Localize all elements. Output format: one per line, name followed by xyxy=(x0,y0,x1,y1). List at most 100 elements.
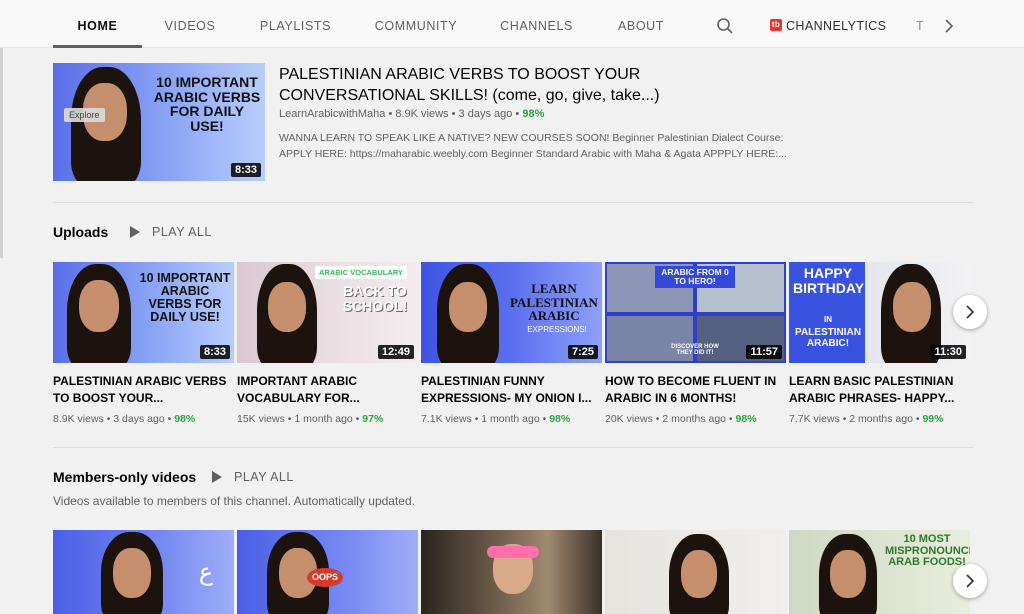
thumb-person-face xyxy=(830,550,866,598)
members-video-thumbnail[interactable]: OOPS xyxy=(237,530,418,614)
members-video-thumbnail[interactable] xyxy=(605,530,786,614)
search-icon[interactable] xyxy=(716,17,734,35)
view-count: 15K views xyxy=(237,413,285,425)
view-count: 7.7K views xyxy=(789,413,840,425)
members-video-thumbnail[interactable]: ع xyxy=(53,530,234,614)
thumb-in-text: IN xyxy=(824,315,832,324)
video-card[interactable]: HAPPY BIRTHDAY IN PALESTINIAN ARABIC! 11… xyxy=(789,262,970,425)
upload-age: 2 months ago xyxy=(849,413,913,425)
tab-channelytics[interactable]: tb CHANNELYTICS xyxy=(770,0,886,48)
video-title[interactable]: HOW TO BECOME FLUENT IN ARABIC IN 6 MONT… xyxy=(605,373,786,407)
members-play-all-button[interactable]: PLAY ALL xyxy=(212,470,294,484)
video-thumbnail[interactable]: ARABIC FROM 0 TO HERO! DISCOVER HOW THEY… xyxy=(605,262,786,363)
video-title[interactable]: IMPORTANT ARABIC VOCABULARY FOR... xyxy=(237,373,418,407)
rating-percent: 98% xyxy=(549,413,571,425)
thumb-person-face xyxy=(893,282,931,332)
channel-nav: HOME VIDEOS PLAYLISTS COMMUNITY CHANNELS… xyxy=(0,0,1024,48)
tab-home[interactable]: HOME xyxy=(53,0,142,48)
video-card[interactable]: LEARN PALESTINIAN ARABIC EXPRESSIONS! 7:… xyxy=(421,262,602,425)
duration-badge: 8:33 xyxy=(230,163,261,177)
thumb-text: BACK TO SCHOOL! xyxy=(342,283,408,314)
thumb-text: 10 IMPORTANT ARABIC VERBS FOR DAILY USE! xyxy=(139,271,231,325)
section-divider xyxy=(53,447,973,448)
thumb-subtext: PALESTINIAN ARABIC! xyxy=(795,327,861,349)
chevron-right-icon[interactable] xyxy=(940,16,958,36)
thumb-text: ع xyxy=(198,559,214,586)
play-all-label: PLAY ALL xyxy=(152,225,212,239)
sunglasses xyxy=(487,546,539,558)
view-count: 8.9K views xyxy=(53,413,104,425)
channelytics-label: CHANNELYTICS xyxy=(786,19,887,33)
tab-videos[interactable]: VIDEOS xyxy=(160,0,220,48)
duration-badge: 11:30 xyxy=(930,345,966,359)
video-meta: 7.1K views • 1 month ago • 98% xyxy=(421,413,571,425)
tab-community[interactable]: COMMUNITY xyxy=(372,0,460,48)
video-thumbnail[interactable]: LEARN PALESTINIAN ARABIC EXPRESSIONS! 7:… xyxy=(421,262,602,363)
video-title[interactable]: PALESTINIAN FUNNY EXPRESSIONS- MY ONION … xyxy=(421,373,602,407)
thumb-person-face xyxy=(681,550,717,598)
view-count: 20K views xyxy=(605,413,653,425)
video-title[interactable]: PALESTINIAN ARABIC VERBS TO BOOST YOUR..… xyxy=(53,373,234,407)
rating-percent: 98% xyxy=(522,108,545,120)
members-video-thumbnail[interactable]: 10 MOST MISPRONOUNCED ARAB FOODS! xyxy=(789,530,970,614)
thumb-person-face xyxy=(79,280,119,332)
section-divider xyxy=(53,202,973,203)
play-all-label: PLAY ALL xyxy=(234,470,294,484)
thumb-text: LEARN PALESTINIAN ARABIC xyxy=(510,281,598,324)
tab-about[interactable]: ABOUT xyxy=(613,0,669,48)
thumb-text: ARABIC FROM 0 TO HERO! xyxy=(655,266,735,288)
video-title[interactable]: LEARN BASIC PALESTINIAN ARABIC PHRASES- … xyxy=(789,373,970,407)
upload-age: 3 days ago xyxy=(458,108,513,120)
channel-name[interactable]: LearnArabicwithMaha xyxy=(279,108,385,120)
thumb-subtext: EXPRESSIONS! xyxy=(527,325,587,334)
uploads-next-button[interactable] xyxy=(953,295,987,329)
tab-truncated[interactable]: T xyxy=(916,0,930,48)
video-card[interactable]: ARABIC FROM 0 TO HERO! DISCOVER HOW THEY… xyxy=(605,262,786,425)
video-card[interactable]: ARABIC VOCABULARY BACK TO SCHOOL! 12:49 … xyxy=(237,262,418,425)
duration-badge: 12:49 xyxy=(377,345,414,359)
play-icon xyxy=(130,225,140,238)
thumb-subtext: DISCOVER HOW THEY DID IT! xyxy=(671,344,719,357)
thumb-person-face xyxy=(449,282,487,332)
video-meta: 7.7K views • 2 months ago • 99% xyxy=(789,413,944,425)
featured-video-meta: LearnArabicwithMaha • 8.9K views • 3 day… xyxy=(279,108,545,120)
tab-channels[interactable]: CHANNELS xyxy=(499,0,574,48)
tab-playlists[interactable]: PLAYLISTS xyxy=(258,0,333,48)
featured-video-description: WANNA LEARN TO SPEAK LIKE A NATIVE? NEW … xyxy=(279,132,787,160)
video-card[interactable]: 10 IMPORTANT ARABIC VERBS FOR DAILY USE!… xyxy=(53,262,234,425)
chevron-right-icon xyxy=(966,305,975,319)
explore-badge[interactable]: Explore xyxy=(64,108,105,122)
featured-thumb-text: 10 IMPORTANT ARABIC VERBS FOR DAILY USE! xyxy=(153,74,261,135)
members-shelf-title[interactable]: Members-only videos xyxy=(53,469,196,485)
members-next-button[interactable] xyxy=(953,564,987,598)
members-shelf-subtitle: Videos available to members of this chan… xyxy=(53,494,415,508)
upload-age: 3 days ago xyxy=(113,413,165,425)
featured-video-title[interactable]: PALESTINIAN ARABIC VERBS TO BOOST YOUR C… xyxy=(279,64,779,106)
video-thumbnail[interactable]: HAPPY BIRTHDAY IN PALESTINIAN ARABIC! 11… xyxy=(789,262,970,363)
upload-age: 1 month ago xyxy=(294,413,353,425)
chevron-right-icon xyxy=(966,574,975,588)
upload-age: 2 months ago xyxy=(662,413,727,425)
video-thumbnail[interactable]: ARABIC VOCABULARY BACK TO SCHOOL! 12:49 xyxy=(237,262,418,363)
rating-percent: 98% xyxy=(735,413,757,425)
view-count: 8.9K views xyxy=(395,108,449,120)
thumb-text: 10 MOST MISPRONOUNCED ARAB FOODS! xyxy=(885,533,970,569)
play-icon xyxy=(212,470,222,483)
duration-badge: 8:33 xyxy=(199,345,230,359)
upload-age: 1 month ago xyxy=(481,413,540,425)
uploads-shelf-title[interactable]: Uploads xyxy=(53,224,108,240)
rating-percent: 98% xyxy=(174,413,196,425)
thumb-text: OOPS xyxy=(307,568,343,588)
featured-video-thumbnail[interactable]: 10 IMPORTANT ARABIC VERBS FOR DAILY USE!… xyxy=(53,63,265,181)
view-count: 7.1K views xyxy=(421,413,472,425)
video-thumbnail[interactable]: 10 IMPORTANT ARABIC VERBS FOR DAILY USE!… xyxy=(53,262,234,363)
video-meta: 20K views • 2 months ago • 98% xyxy=(605,413,757,425)
thumb-text: HAPPY BIRTHDAY xyxy=(793,265,865,296)
thumb-person-face xyxy=(268,282,306,332)
rating-percent: 97% xyxy=(362,413,384,425)
thumb-tag: ARABIC VOCABULARY xyxy=(315,266,407,279)
video-meta: 15K views • 1 month ago • 97% xyxy=(237,413,384,425)
members-video-thumbnail[interactable] xyxy=(421,530,602,614)
channelytics-logo-icon: tb xyxy=(770,19,782,32)
uploads-play-all-button[interactable]: PLAY ALL xyxy=(130,225,212,239)
